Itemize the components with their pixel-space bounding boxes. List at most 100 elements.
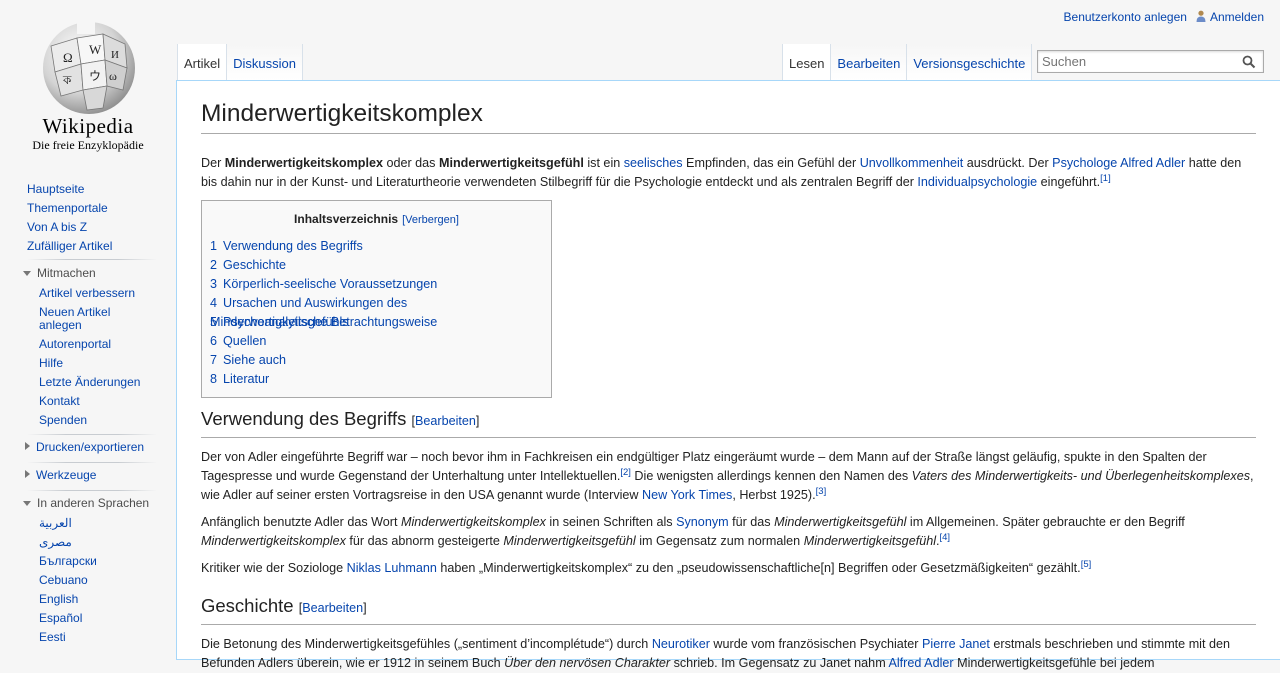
- sidebar-link[interactable]: Spenden: [39, 413, 87, 427]
- tab-history-label[interactable]: Versionsgeschichte: [913, 56, 1025, 71]
- text: , Herbst 1925).: [732, 488, 816, 502]
- language-link-et[interactable]: Eesti: [39, 628, 149, 647]
- sidebar-item-spenden[interactable]: Spenden: [39, 411, 149, 430]
- sidebar-item-neuen-artikel-anlegen[interactable]: Neuen Artikel anlegen: [39, 303, 149, 335]
- wiki-link[interactable]: Niklas Luhmann: [347, 561, 437, 575]
- wiki-link[interactable]: Pierre Janet: [922, 637, 990, 651]
- language-link[interactable]: Български: [39, 554, 97, 568]
- sidebar-item-zufaelliger-artikel[interactable]: Zufälliger Artikel: [27, 237, 112, 256]
- logo-wordmark: Wikipedia: [42, 114, 134, 138]
- wikipedia-logo[interactable]: Ω W И ウ ক ω Wikipedia Die freie Enzyklop…: [0, 0, 176, 160]
- sidebar-item-hilfe[interactable]: Hilfe: [39, 354, 149, 373]
- tab-article[interactable]: Artikel: [177, 44, 228, 80]
- portal-heading-sprachen[interactable]: In anderen Sprachen: [23, 494, 149, 512]
- sidebar-link[interactable]: Themenportale: [27, 201, 108, 215]
- paragraph: Anfänglich benutzte Adler das Wort Minde…: [201, 513, 1256, 551]
- sidebar-item-hauptseite[interactable]: Hauptseite: [27, 180, 112, 199]
- portal-heading-drucken[interactable]: Drucken/exportieren: [23, 438, 144, 456]
- tab-read-label: Lesen: [789, 56, 825, 71]
- wiki-link[interactable]: Alfred Adler: [888, 656, 953, 670]
- language-link[interactable]: Español: [39, 611, 82, 625]
- language-link[interactable]: Eesti: [39, 630, 66, 644]
- reference-link[interactable]: [2]: [620, 467, 631, 478]
- section-edit-link[interactable]: Bearbeiten: [302, 601, 363, 615]
- wiki-link[interactable]: Unvollkommenheit: [860, 156, 964, 170]
- toc-item[interactable]: 6 Quellen: [210, 332, 543, 351]
- sidebar-item-autorenportal[interactable]: Autorenportal: [39, 335, 149, 354]
- toc-item[interactable]: 2 Geschichte: [210, 256, 543, 275]
- language-link[interactable]: العربية: [39, 516, 72, 530]
- portal-heading-werkzeuge[interactable]: Werkzeuge: [23, 466, 96, 484]
- reference-link[interactable]: [1]: [1100, 173, 1111, 184]
- search-icon[interactable]: [1242, 55, 1256, 69]
- language-link-arz[interactable]: مصرى: [39, 533, 149, 552]
- sidebar-item-artikel-verbessern[interactable]: Artikel verbessern: [39, 284, 149, 303]
- toc-item[interactable]: 7 Siehe auch: [210, 351, 543, 370]
- toc-label[interactable]: Siehe auch: [223, 353, 286, 367]
- toc-item[interactable]: 8 Literatur: [210, 370, 543, 389]
- toc-item[interactable]: 3 Körperlich-seelische Voraussetzungen: [210, 275, 543, 294]
- language-link-es[interactable]: Español: [39, 609, 149, 628]
- language-link-ar[interactable]: العربية: [39, 514, 149, 533]
- tab-edit[interactable]: Bearbeiten: [831, 44, 908, 80]
- sidebar-item-letzte-aenderungen[interactable]: Letzte Änderungen: [39, 373, 149, 392]
- toc-label[interactable]: Quellen: [223, 334, 266, 348]
- create-account-link[interactable]: Benutzerkonto anlegen: [1064, 10, 1187, 24]
- tab-edit-label[interactable]: Bearbeiten: [837, 56, 900, 71]
- search-input[interactable]: [1038, 51, 1233, 72]
- sidebar-link[interactable]: Autorenportal: [39, 337, 111, 351]
- sidebar-link[interactable]: Hilfe: [39, 356, 63, 370]
- section-edit: [Bearbeiten]: [412, 414, 480, 428]
- toc-item[interactable]: 1 Verwendung des Begriffs: [210, 237, 543, 256]
- wiki-link[interactable]: seelisches: [624, 156, 683, 170]
- text: Die Betonung des Minderwertigkeitsgefühl…: [201, 637, 652, 651]
- tab-discussion-label[interactable]: Diskussion: [233, 56, 296, 71]
- toc-item[interactable]: 5 Psychoanalytische Betrachtungsweise: [210, 313, 543, 332]
- tab-discussion[interactable]: Diskussion: [227, 44, 303, 80]
- toc-label[interactable]: Literatur: [223, 372, 269, 386]
- toc-label[interactable]: Körperlich-seelische Voraussetzungen: [223, 277, 437, 291]
- sidebar-item-themenportale[interactable]: Themenportale: [27, 199, 112, 218]
- language-link[interactable]: مصرى: [39, 535, 72, 549]
- language-link-en[interactable]: English: [39, 590, 149, 609]
- wiki-link[interactable]: New York Times: [642, 488, 732, 502]
- paragraph: Die Betonung des Minderwertigkeitsgefühl…: [201, 635, 1256, 673]
- toc-toggle-link[interactable]: [Verbergen]: [402, 214, 459, 226]
- tab-read[interactable]: Lesen: [782, 44, 832, 80]
- toc-label[interactable]: Psychoanalytische Betrachtungsweise: [223, 315, 437, 329]
- italic-text: Minderwertigkeitsgefühl: [774, 515, 907, 529]
- sidebar-link[interactable]: Zufälliger Artikel: [27, 239, 112, 253]
- wiki-link[interactable]: Psychologe: [1052, 156, 1117, 170]
- language-link-ceb[interactable]: Cebuano: [39, 571, 149, 590]
- wiki-link[interactable]: Alfred Adler: [1120, 156, 1185, 170]
- sidebar-link[interactable]: Artikel verbessern: [39, 286, 135, 300]
- sidebar-item-von-a-bis-z[interactable]: Von A bis Z: [27, 218, 112, 237]
- sidebar-item-kontakt[interactable]: Kontakt: [39, 392, 149, 411]
- language-link-bg[interactable]: Български: [39, 552, 149, 571]
- sidebar-link[interactable]: Hauptseite: [27, 182, 84, 196]
- reference-link[interactable]: [3]: [816, 486, 827, 497]
- text: in seinen Schriften als: [545, 515, 677, 529]
- section-edit-link[interactable]: Bearbeiten: [415, 414, 476, 428]
- portal-mitmachen: Artikel verbessern Neuen Artikel anlegen…: [39, 284, 149, 430]
- sidebar-link[interactable]: Kontakt: [39, 394, 80, 408]
- toc-label[interactable]: Geschichte: [223, 258, 286, 272]
- portal-heading-mitmachen[interactable]: Mitmachen: [23, 264, 96, 282]
- sidebar-link[interactable]: Von A bis Z: [27, 220, 87, 234]
- language-link[interactable]: English: [39, 592, 78, 606]
- reference-link[interactable]: [5]: [1081, 559, 1092, 570]
- toc-item[interactable]: 4 Ursachen und Auswirkungen des Minderwer…: [210, 294, 543, 329]
- sidebar-link[interactable]: Letzte Änderungen: [39, 375, 140, 389]
- section-edit: [Bearbeiten]: [299, 601, 367, 615]
- language-link[interactable]: Cebuano: [39, 573, 88, 587]
- wiki-link[interactable]: Neurotiker: [652, 637, 710, 651]
- wiki-link[interactable]: Synonym: [676, 515, 729, 529]
- login-link[interactable]: Anmelden: [1210, 10, 1264, 24]
- wiki-link[interactable]: Individualpsychologie: [917, 175, 1037, 189]
- sidebar-link[interactable]: Neuen Artikel anlegen: [39, 306, 124, 332]
- reference-link[interactable]: [4]: [940, 532, 951, 543]
- chevron-right-icon: [25, 470, 30, 478]
- bracket: ]: [363, 601, 367, 615]
- toc-label[interactable]: Verwendung des Begriffs: [223, 239, 363, 253]
- tab-history[interactable]: Versionsgeschichte: [907, 44, 1033, 80]
